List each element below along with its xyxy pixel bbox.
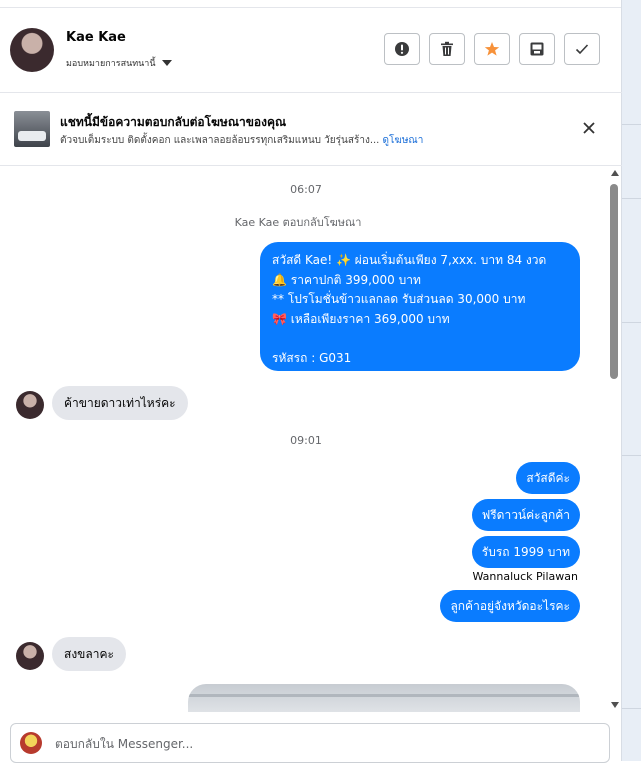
- star-icon: [484, 42, 500, 56]
- outgoing-message[interactable]: ลูกค้าอยู่จังหวัดอะไรคะ: [440, 590, 580, 622]
- scrollbar-thumb[interactable]: [610, 184, 618, 379]
- star-button[interactable]: [474, 33, 510, 65]
- alert-icon: [395, 42, 409, 56]
- ad-thumbnail[interactable]: [14, 111, 50, 147]
- right-panel-divider: [622, 198, 641, 199]
- message-line: ** โปรโมชั่นข้าวแลกลด รับส่วนลด 30,000 บ…: [272, 292, 526, 306]
- archive-icon: [530, 42, 544, 56]
- conversation-header: Kae Kae มอบหมายการสนทนานี้: [0, 8, 622, 93]
- assign-label: มอบหมายการสนทนานี้: [66, 59, 156, 69]
- archive-button[interactable]: [519, 33, 555, 65]
- ad-reply-message[interactable]: สวัสดี Kae! ✨ ผ่อนเริ่มต้นเพียง 7,xxx. บ…: [260, 242, 580, 371]
- contact-name[interactable]: Kae Kae: [66, 30, 126, 45]
- system-note: Kae Kae ตอบกลับโฆษณา: [234, 216, 362, 229]
- reply-composer: [10, 723, 610, 763]
- right-panel-divider: [622, 322, 641, 323]
- caret-down-icon: [161, 60, 172, 66]
- sender-name: Wannaluck Pilawan: [472, 570, 579, 583]
- right-panel-divider: [622, 708, 641, 709]
- incoming-message[interactable]: ค้าขายดาวเท่าไหร่คะ: [52, 386, 188, 420]
- delete-button[interactable]: [429, 33, 465, 65]
- view-ad-link[interactable]: ดูโฆษณา: [383, 135, 424, 146]
- ad-reply-banner: แชทนี้มีข้อความตอบกลับต่อโฆษณาของคุณ ตัว…: [0, 93, 622, 166]
- assign-conversation-dropdown[interactable]: มอบหมายการสนทนานี้: [66, 56, 172, 70]
- message-line: รหัสรถ : G031: [272, 350, 352, 365]
- right-panel-divider: [622, 124, 641, 125]
- ad-description: ตัวจบเต็มระบบ ติดตั้งคอก และเพลาลอยล้อบร…: [60, 135, 383, 146]
- close-icon[interactable]: [580, 119, 598, 137]
- message-scrollbar[interactable]: [608, 166, 622, 712]
- contact-avatar-small[interactable]: [16, 642, 44, 670]
- top-border: [0, 0, 622, 8]
- timestamp: 09:01: [290, 434, 322, 447]
- scroll-down-arrow-icon[interactable]: [611, 702, 619, 708]
- right-panel-divider: [622, 455, 641, 456]
- outgoing-message[interactable]: ฟรีดาวน์ค่ะลูกค้า: [471, 499, 580, 531]
- header-actions: [384, 33, 600, 65]
- outgoing-message[interactable]: สวัสดีค่ะ: [516, 462, 580, 494]
- trash-icon: [441, 41, 453, 56]
- message-line: [272, 329, 568, 349]
- message-thread[interactable]: 06:07 Kae Kae ตอบกลับโฆษณา สวัสดี Kae! ✨…: [0, 166, 608, 712]
- mark-done-button[interactable]: [564, 33, 600, 65]
- scroll-up-arrow-icon[interactable]: [611, 170, 619, 176]
- contact-avatar[interactable]: [10, 28, 54, 72]
- right-panel-edge: [621, 0, 641, 761]
- ad-banner-subtitle: ตัวจบเต็มระบบ ติดตั้งคอก และเพลาลอยล้อบร…: [60, 133, 423, 148]
- message-line: 🔔 ราคาปกติ 399,000 บาท: [272, 272, 421, 287]
- message-line: สวัสดี Kae! ✨ ผ่อนเริ่มต้นเพียง 7,xxx. บ…: [272, 253, 547, 267]
- outgoing-message[interactable]: รับรถ 1999 บาท: [471, 536, 580, 568]
- reply-input[interactable]: [53, 732, 597, 756]
- message-line: 🎀 เหลือเพียงราคา 369,000 บาท: [272, 311, 450, 326]
- timestamp: 06:07: [290, 183, 322, 196]
- contact-avatar-small[interactable]: [16, 391, 44, 419]
- check-icon: [575, 44, 589, 55]
- incoming-message[interactable]: สงขลาคะ: [52, 637, 126, 671]
- image-attachment[interactable]: [188, 684, 580, 712]
- page-avatar: [20, 732, 42, 754]
- mark-spam-button[interactable]: [384, 33, 420, 65]
- ad-banner-title: แชทนี้มีข้อความตอบกลับต่อโฆษณาของคุณ: [60, 115, 287, 129]
